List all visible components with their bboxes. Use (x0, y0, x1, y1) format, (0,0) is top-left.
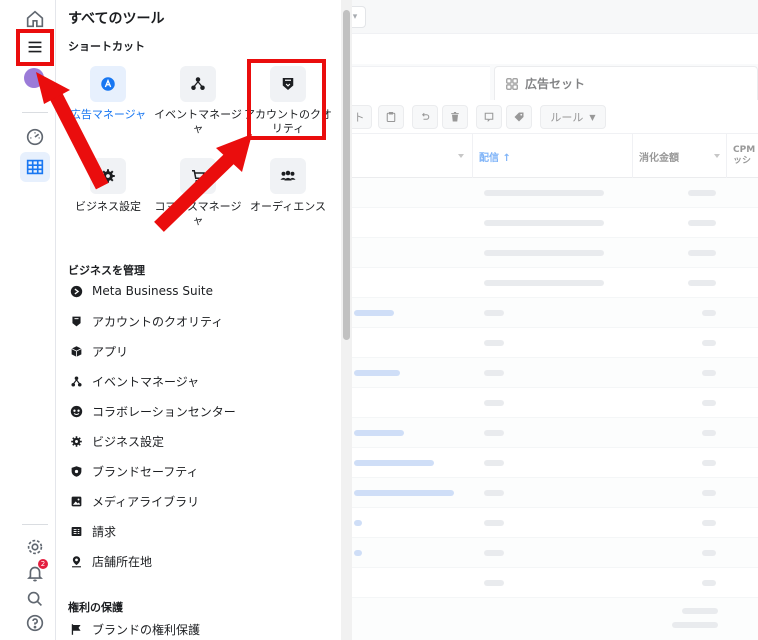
shield-icon (68, 463, 84, 479)
tool-label: ビジネス設定 (92, 434, 165, 449)
tool-label: 店舗所在地 (92, 554, 153, 569)
store-location-icon (68, 553, 84, 569)
account-quality-icon (68, 313, 84, 329)
shortcut-business-settings[interactable]: ビジネス設定 (64, 158, 152, 214)
dashboard-gauge-icon[interactable] (20, 122, 50, 152)
tool-apps[interactable]: アプリ (68, 341, 128, 361)
gear-icon (68, 433, 84, 449)
shortcut-commerce-manager[interactable]: コマースマネージャ (154, 158, 242, 228)
tool-label: イベントマネージャ (92, 374, 200, 389)
highlight-box-account-quality (247, 59, 326, 140)
shortcut-label: オーディエンス (249, 200, 326, 213)
tool-label: コラボレーションセンター (92, 404, 236, 419)
tool-label: Meta Business Suite (92, 284, 213, 298)
tool-label: 請求 (92, 524, 117, 539)
tool-billing[interactable]: 請求 (68, 521, 116, 541)
gear-icon (90, 158, 126, 194)
background-dim-overlay (352, 0, 758, 640)
shortcut-events-manager[interactable]: イベントマネージャ (154, 66, 242, 136)
media-library-icon (68, 493, 84, 509)
notification-badge: 2 (38, 559, 48, 569)
tool-label: メディアライブラリ (92, 494, 200, 509)
flag-icon (68, 621, 84, 637)
shortcut-audience[interactable]: オーディエンス (244, 158, 332, 214)
rail-divider (22, 524, 48, 525)
rail-divider (22, 112, 48, 113)
tool-label: ブランドの権利保護 (92, 622, 201, 637)
audience-icon (270, 158, 306, 194)
highlight-box-menu (16, 29, 54, 66)
tool-label: アプリ (92, 344, 129, 359)
avatar[interactable] (24, 68, 44, 88)
rights-section-label: 権利の保護 (68, 601, 123, 614)
shortcut-label: 広告マネージャ (69, 108, 147, 121)
left-rail: 2 (0, 0, 56, 640)
shortcut-ads-manager[interactable]: 広告マネージャ (64, 66, 152, 122)
tool-label: アカウントのクオリティ (92, 314, 224, 329)
panel-title: すべてのツール (68, 11, 165, 27)
tool-meta-business-suite[interactable]: Meta Business Suite (68, 281, 213, 301)
tool-store-locations[interactable]: 店舗所在地 (68, 551, 152, 571)
events-manager-icon (68, 373, 84, 389)
tool-media-library[interactable]: メディアライブラリ (68, 491, 199, 511)
help-icon[interactable] (20, 608, 50, 638)
panel-scrollbar-thumb[interactable] (343, 10, 350, 340)
shortcut-label: コマースマネージャ (154, 200, 242, 227)
tool-account-quality[interactable]: アカウントのクオリティ (68, 311, 223, 331)
billing-icon (68, 523, 84, 539)
app-cube-icon (68, 343, 84, 359)
cart-icon (180, 158, 216, 194)
tool-business-settings[interactable]: ビジネス設定 (68, 431, 164, 451)
tool-brand-safety[interactable]: ブランドセーフティ (68, 461, 199, 481)
tool-collaboration-center[interactable]: コラボレーションセンター (68, 401, 236, 421)
meta-business-suite-icon (68, 283, 84, 299)
shortcuts-section-label: ショートカット (68, 40, 145, 53)
collaboration-icon (68, 403, 84, 419)
manage-section-label: ビジネスを管理 (68, 264, 145, 277)
tool-events-manager[interactable]: イベントマネージャ (68, 371, 199, 391)
tool-label: ブランドセーフティ (92, 464, 199, 479)
ads-table-icon[interactable] (20, 152, 50, 182)
shortcut-label: ビジネス設定 (75, 200, 141, 213)
tool-brand-rights-protection[interactable]: ブランドの権利保護 (68, 619, 200, 639)
events-manager-icon (180, 66, 216, 102)
ads-manager-icon (90, 66, 126, 102)
shortcut-label: イベントマネージャ (154, 108, 242, 135)
